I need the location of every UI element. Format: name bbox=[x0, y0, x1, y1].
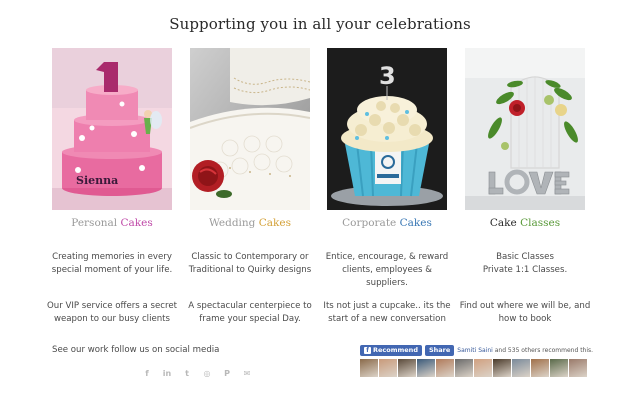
recommender-avatar[interactable] bbox=[512, 359, 530, 377]
card-title-corporate-cakes[interactable]: Corporate Cakes bbox=[327, 217, 447, 229]
page-title: Supporting you in all your celebrations bbox=[169, 15, 471, 33]
svg-text:3: 3 bbox=[379, 62, 396, 90]
email-icon[interactable]: ✉ bbox=[240, 366, 254, 380]
card-title-wedding-cakes[interactable]: Wedding Cakes bbox=[190, 217, 310, 229]
facebook-logo-icon: f bbox=[364, 346, 371, 354]
recommend-faces bbox=[360, 359, 588, 377]
card-text-cake-classes-1: Basic Classes Private 1:1 Classes. bbox=[482, 252, 568, 275]
share-label: Share bbox=[428, 346, 451, 354]
recommend-summary-rest: and 535 others recommend this. bbox=[492, 346, 594, 354]
card-title-part: Classes bbox=[520, 217, 561, 229]
recommender-avatar[interactable] bbox=[531, 359, 549, 377]
recommend-button[interactable]: f Recommend bbox=[360, 344, 422, 356]
svg-text:Sienna: Sienna bbox=[76, 174, 118, 187]
card-title-part: Personal bbox=[71, 217, 121, 229]
card-text-wedding-cakes-1: Classic to Contemporary or Traditional t… bbox=[188, 252, 312, 275]
card-cake-classes: Cake Classes Basic Classes Private 1:1 C… bbox=[460, 48, 590, 324]
card-title-part: Cakes bbox=[399, 217, 432, 229]
recommender-avatar[interactable] bbox=[569, 359, 587, 377]
card-title-personal-cakes[interactable]: Personal Cakes bbox=[52, 217, 172, 229]
recommend-summary-name[interactable]: Samiti Saini bbox=[457, 347, 493, 354]
card-text-corporate-cakes-1: Entice, encourage, & reward clients, emp… bbox=[325, 252, 449, 288]
card-text-wedding-cakes-2: A spectacular centerpiece to frame your … bbox=[188, 301, 312, 324]
recommender-avatar[interactable] bbox=[398, 359, 416, 377]
share-button[interactable]: Share bbox=[424, 344, 455, 356]
card-text-personal-cakes-1: Creating memories in every special momen… bbox=[51, 252, 173, 275]
recommender-avatar[interactable] bbox=[360, 359, 378, 377]
recommender-avatar[interactable] bbox=[493, 359, 511, 377]
recommend-label: Recommend bbox=[373, 346, 418, 354]
recommend-summary: Samiti Saini and 535 others recommend th… bbox=[457, 347, 593, 354]
card-wedding-cakes: Wedding Cakes Classic to Contemporary or… bbox=[188, 48, 312, 324]
card-title-part: Cakes bbox=[258, 217, 292, 229]
facebook-icon[interactable]: f bbox=[140, 366, 154, 380]
cake-classes-image[interactable] bbox=[465, 48, 585, 210]
instagram-icon[interactable]: ◎ bbox=[200, 366, 214, 380]
recommender-avatar[interactable] bbox=[474, 359, 492, 377]
card-corporate-cakes: 3 Corporate Cakes Entice, encourage, & r… bbox=[323, 48, 451, 324]
wedding-cakes-image[interactable] bbox=[190, 48, 310, 210]
social-icons: f in t ◎ P ✉ bbox=[140, 366, 254, 380]
recommender-avatar[interactable] bbox=[417, 359, 435, 377]
recommender-avatar[interactable] bbox=[550, 359, 568, 377]
facebook-recommend-widget: f Recommend Share Samiti Saini and 535 o… bbox=[360, 344, 593, 377]
card-text-cake-classes-2: Find out where we will be, and how to bo… bbox=[459, 301, 591, 324]
corporate-cakes-image[interactable]: 3 bbox=[327, 48, 447, 210]
card-title-part: Cake bbox=[489, 217, 521, 229]
card-text-personal-cakes-2: Our VIP service offers a secret weapon t… bbox=[46, 301, 177, 324]
card-title-part: Cakes bbox=[120, 217, 153, 229]
card-title-part: Corporate bbox=[342, 217, 400, 229]
card-personal-cakes: Sienna Personal Cakes Creating memories … bbox=[47, 48, 177, 324]
recommender-avatar[interactable] bbox=[455, 359, 473, 377]
twitter-icon[interactable]: t bbox=[180, 366, 194, 380]
card-text-corporate-cakes-2: Its not just a cupcake.. its the start o… bbox=[323, 301, 451, 324]
recommender-avatar[interactable] bbox=[436, 359, 454, 377]
card-title-part: Wedding bbox=[208, 217, 259, 229]
card-title-cake-classes[interactable]: Cake Classes bbox=[465, 217, 585, 229]
pinterest-icon[interactable]: P bbox=[220, 366, 234, 380]
linkedin-icon[interactable]: in bbox=[160, 366, 174, 380]
social-media-text: See our work follow us on social media bbox=[52, 345, 220, 355]
personal-cakes-image[interactable]: Sienna bbox=[52, 48, 172, 210]
recommender-avatar[interactable] bbox=[379, 359, 397, 377]
